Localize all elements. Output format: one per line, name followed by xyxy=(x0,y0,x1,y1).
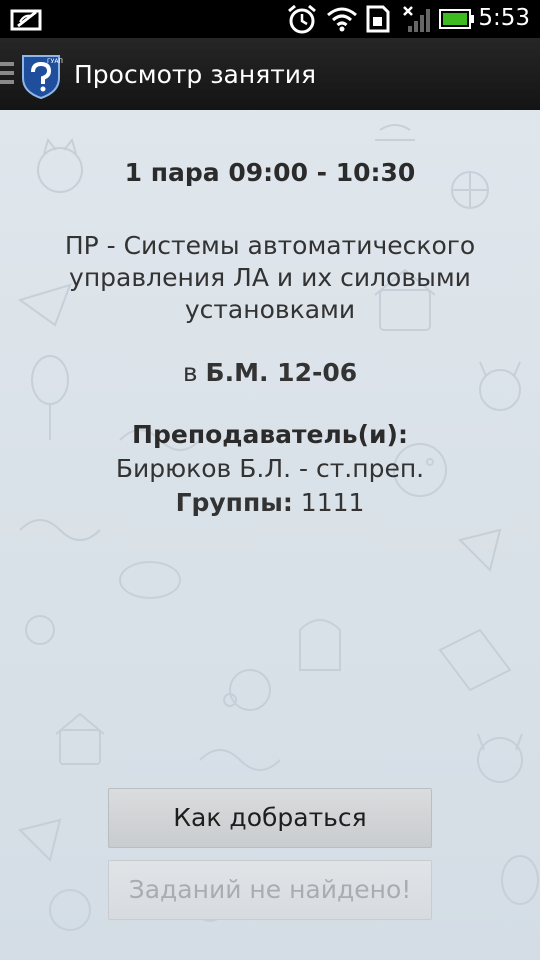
signal-icon xyxy=(403,6,430,32)
notification-icon xyxy=(10,9,42,31)
lesson-time: 1 пара 09:00 - 10:30 xyxy=(124,158,416,187)
lesson-subject: ПР - Системы автоматического управления … xyxy=(64,231,476,324)
teacher-label: Преподаватель(и): xyxy=(132,420,408,449)
page-title: Просмотр занятия xyxy=(74,60,317,89)
groups-value: 1111 xyxy=(300,488,365,517)
lesson-room: в Б.М. 12-06 xyxy=(20,358,520,387)
action-bar: ГУАП Просмотр занятия xyxy=(0,38,540,112)
status-bar: 5:53 xyxy=(0,0,540,38)
teacher-name: Бирюков Б.Л. - ст.преп. xyxy=(115,454,425,483)
room-prefix: в xyxy=(182,358,198,387)
battery-icon xyxy=(439,9,474,29)
status-clock: 5:53 xyxy=(478,5,530,31)
groups: Группы: 1111 xyxy=(20,486,520,520)
tasks-button[interactable]: Заданий не найдено! xyxy=(108,860,432,920)
groups-label: Группы: xyxy=(175,488,293,517)
room-number: Б.М. 12-06 xyxy=(205,358,358,387)
app-logo-icon[interactable]: ГУАП xyxy=(17,52,65,100)
logo-text: ГУАП xyxy=(47,58,63,65)
wifi-icon xyxy=(327,7,357,32)
alarm-icon xyxy=(288,4,316,34)
lesson-details: 1 пара 09:00 - 10:30 ПР - Системы автома… xyxy=(20,158,520,520)
menu-icon[interactable] xyxy=(0,62,14,86)
screen: 5:53 ГУАП Просмотр занятия 1 пара 09:00 … xyxy=(0,0,540,960)
sd-card-icon xyxy=(366,5,390,33)
route-button[interactable]: Как добраться xyxy=(108,788,432,848)
